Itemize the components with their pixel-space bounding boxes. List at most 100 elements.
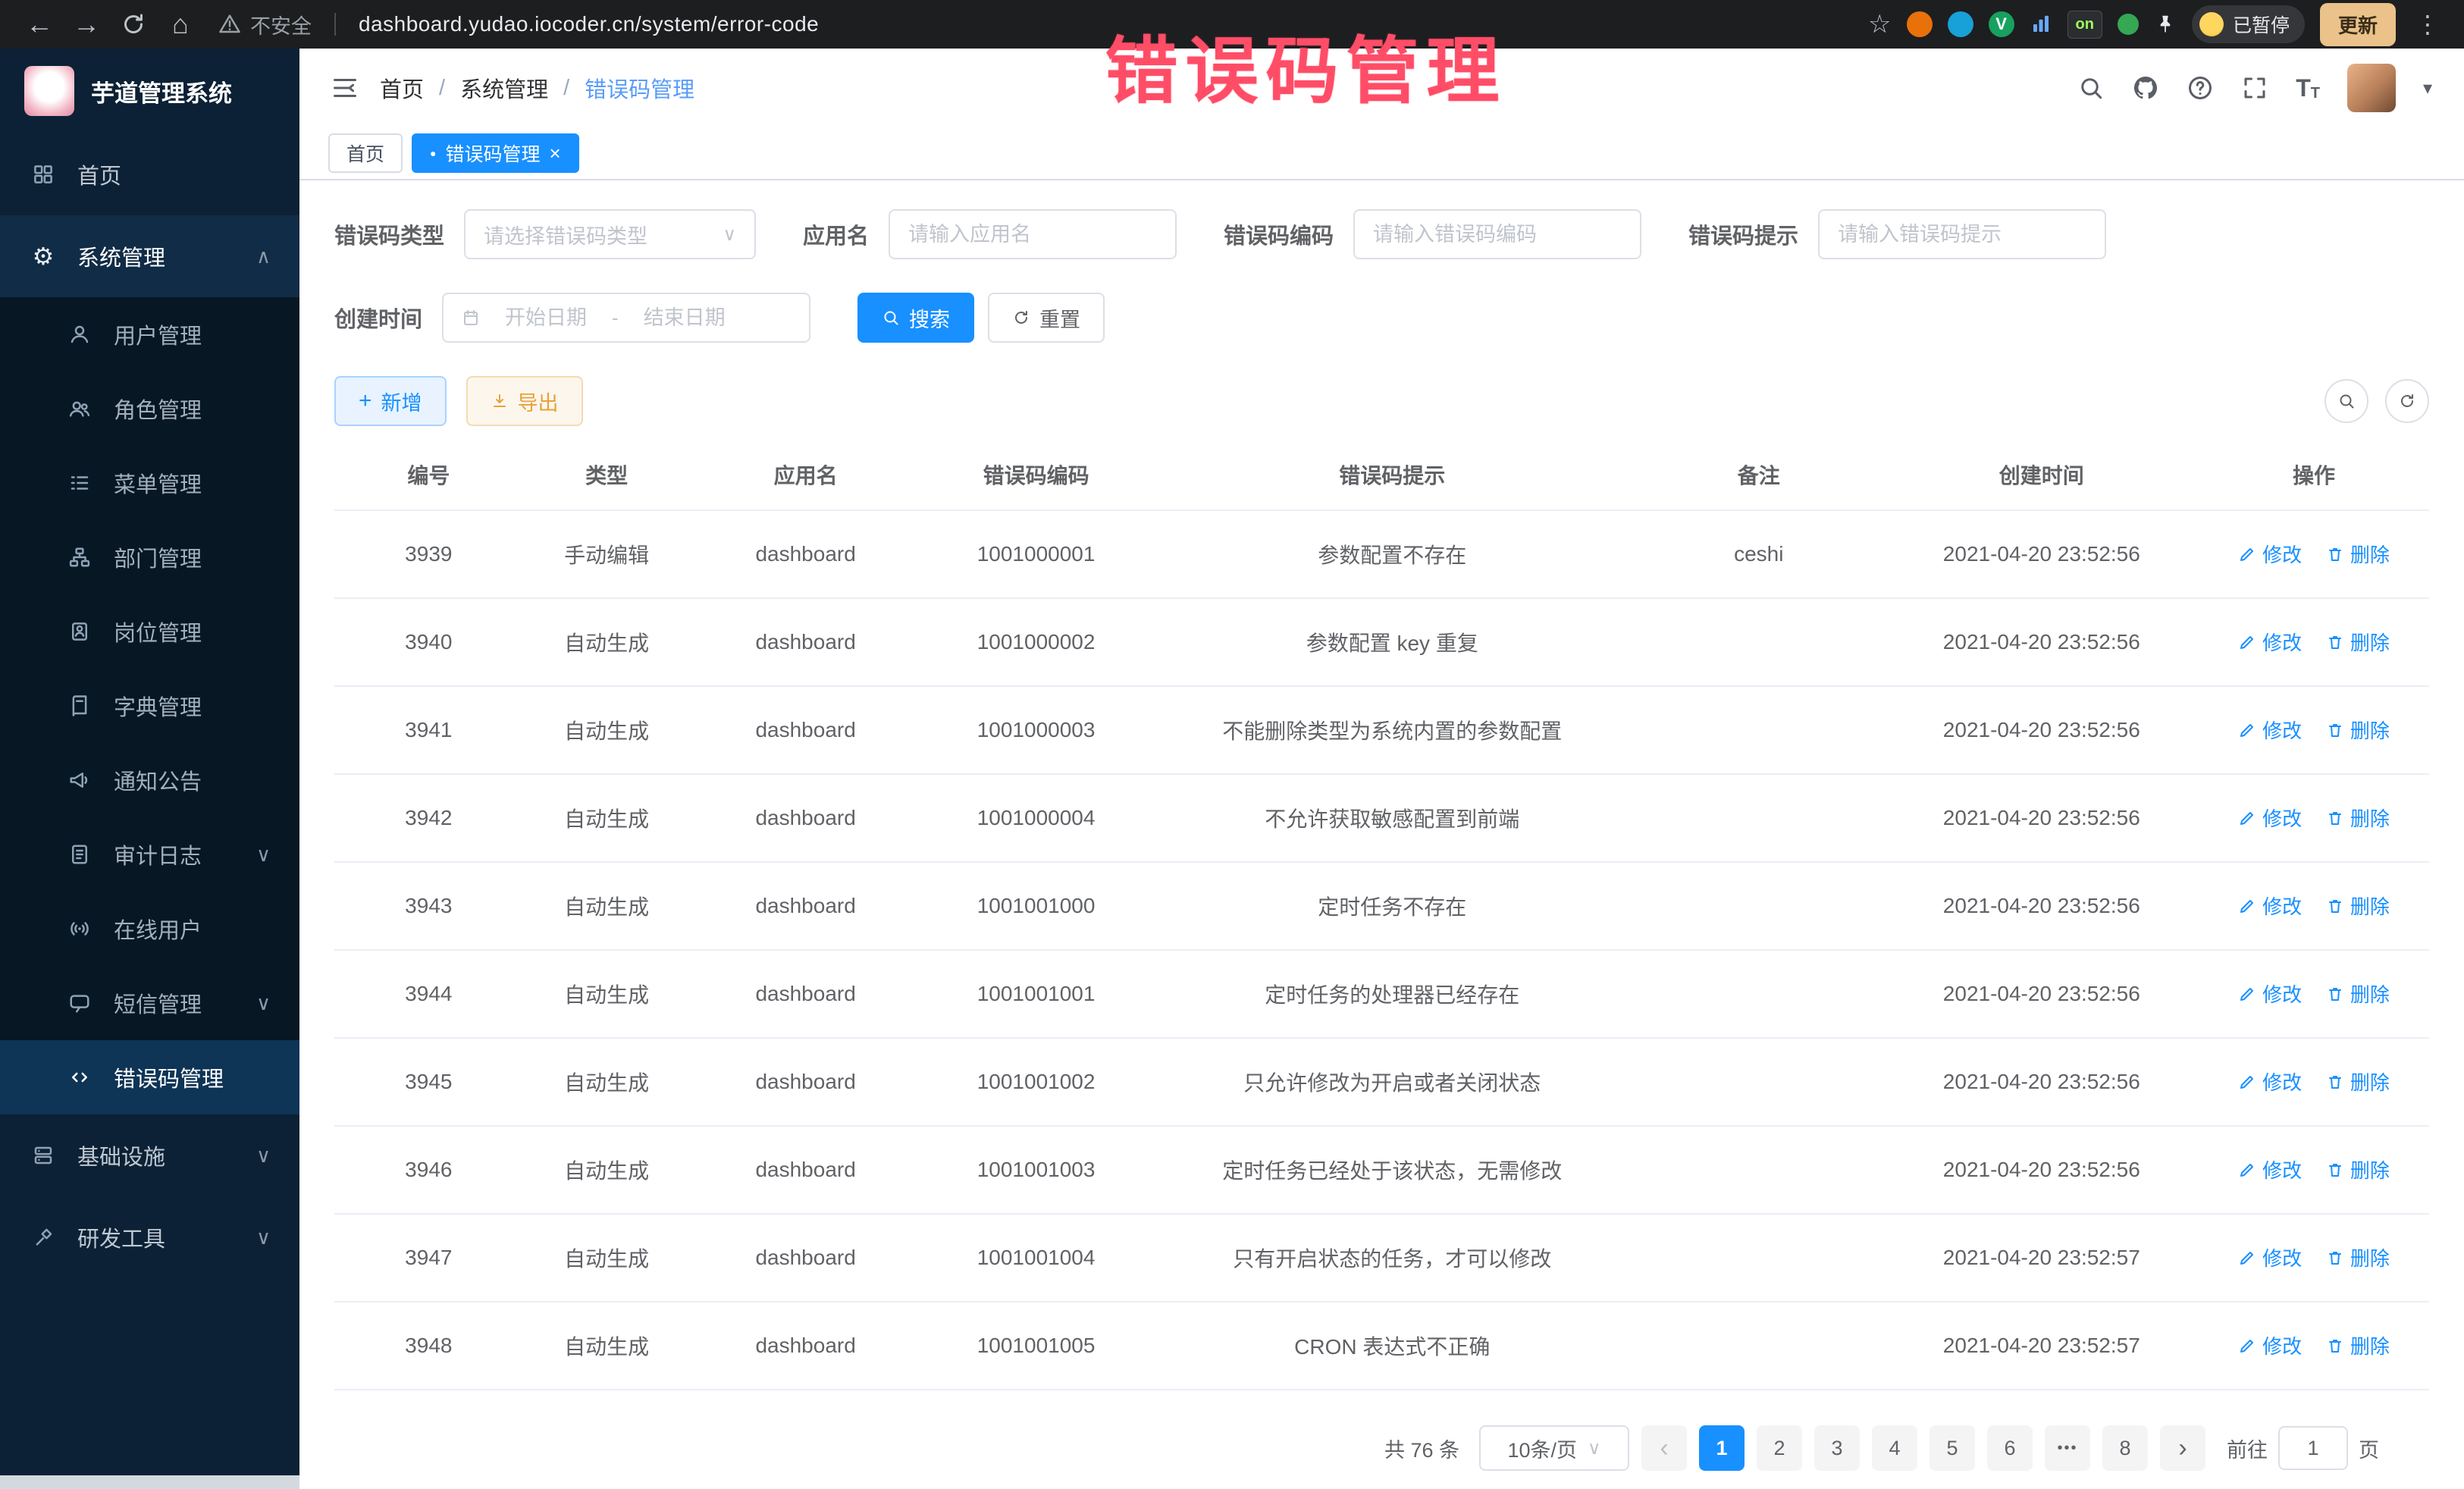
page-size-select[interactable]: 10条/页 ∨ [1479,1425,1629,1471]
extension-icon-green[interactable] [2118,14,2139,35]
refresh-button[interactable] [2385,379,2429,423]
sidebar-item-home[interactable]: 首页 [0,133,299,215]
help-icon[interactable] [2187,74,2214,102]
delete-link[interactable]: 删除 [2326,1155,2390,1183]
sidebar-collapse-bar[interactable] [0,1475,299,1489]
delete-link[interactable]: 删除 [2326,892,2390,920]
date-range-picker[interactable]: - [442,293,810,343]
sidebar-item-system[interactable]: ⚙ 系统管理 ∧ [0,215,299,297]
page-button-6[interactable]: 6 [1987,1425,2033,1471]
hamburger-icon[interactable] [331,74,359,102]
edit-label: 修改 [2262,540,2302,568]
search-button[interactable]: 搜索 [857,293,974,343]
extension-icon-bars[interactable] [2030,13,2052,36]
add-button[interactable]: + 新增 [334,376,447,426]
delete-link[interactable]: 删除 [2326,1243,2390,1271]
sidebar-item-infrastructure[interactable]: 基础设施 ∨ [0,1114,299,1196]
error-hint-input[interactable] [1838,223,2086,246]
edit-link[interactable]: 修改 [2238,716,2302,744]
end-date-input[interactable] [628,306,741,330]
delete-link[interactable]: 删除 [2326,1067,2390,1096]
edit-link[interactable]: 修改 [2238,628,2302,656]
edit-label: 修改 [2262,1243,2302,1271]
col-header-type: 类型 [523,440,691,510]
next-page-button[interactable]: › [2160,1425,2205,1471]
pin-icon[interactable] [2154,13,2177,36]
page-button-1[interactable]: 1 [1699,1425,1745,1471]
edit-link[interactable]: 修改 [2238,1243,2302,1271]
forward-icon[interactable]: → [67,5,106,44]
edit-link[interactable]: 修改 [2238,1067,2302,1096]
caret-down-icon[interactable]: ▾ [2423,77,2432,99]
back-icon[interactable]: ← [20,5,59,44]
reset-button[interactable]: 重置 [988,293,1105,343]
delete-link[interactable]: 删除 [2326,540,2390,568]
delete-label: 删除 [2350,1067,2390,1096]
error-code-input[interactable] [1373,223,1622,246]
tab-error-code[interactable]: ● 错误码管理 × [412,133,579,173]
sidebar-item-notices[interactable]: 通知公告 [0,743,299,817]
edit-link[interactable]: 修改 [2238,540,2302,568]
export-button[interactable]: 导出 [466,376,583,426]
sidebar-item-sms[interactable]: 短信管理 ∨ [0,966,299,1040]
edit-link[interactable]: 修改 [2238,1331,2302,1359]
list-icon [65,472,94,494]
delete-link[interactable]: 删除 [2326,1331,2390,1359]
start-date-input[interactable] [489,306,603,330]
extension-badge-on[interactable]: on [2067,11,2102,39]
home-icon[interactable]: ⌂ [161,5,200,44]
page-button-8[interactable]: 8 [2102,1425,2148,1471]
col-header-remark: 备注 [1633,440,1885,510]
extension-icon-red[interactable] [1907,11,1933,37]
breadcrumb-system[interactable]: 系统管理 [460,72,548,104]
page-button-3[interactable]: 3 [1814,1425,1860,1471]
sidebar-item-error-code[interactable]: 错误码管理 [0,1040,299,1114]
sidebar-item-online-users[interactable]: 在线用户 [0,892,299,966]
tab-home[interactable]: 首页 [328,133,403,173]
cell-type: 自动生成 [523,598,691,686]
github-icon[interactable] [2132,74,2159,102]
goto-page-input[interactable] [2278,1426,2348,1470]
delete-link[interactable]: 删除 [2326,980,2390,1008]
page-button-2[interactable]: 2 [1757,1425,1802,1471]
page-more-button[interactable]: ••• [2045,1425,2090,1471]
reload-icon[interactable] [114,5,153,44]
url-text[interactable]: dashboard.yudao.iocoder.cn/system/error-… [359,12,819,36]
sidebar-item-roles[interactable]: 角色管理 [0,371,299,446]
prev-page-button[interactable]: ‹ [1641,1425,1687,1471]
sidebar-item-posts[interactable]: 岗位管理 [0,594,299,669]
extension-icon-v[interactable]: V [1989,11,2014,37]
page-button-4[interactable]: 4 [1872,1425,1917,1471]
sidebar-logo[interactable]: 芋道管理系统 [0,49,299,133]
tab-close-icon[interactable]: × [550,143,561,163]
browser-menu-icon[interactable]: ⋮ [2411,10,2444,39]
edit-link[interactable]: 修改 [2238,980,2302,1008]
update-button[interactable]: 更新 [2320,3,2396,46]
sidebar-item-users[interactable]: 用户管理 [0,297,299,371]
avatar[interactable] [2347,64,2396,112]
edit-link[interactable]: 修改 [2238,804,2302,832]
sidebar-item-menus[interactable]: 菜单管理 [0,446,299,520]
error-type-select[interactable]: 请选择错误码类型 ∨ [464,209,756,259]
search-icon[interactable] [2077,74,2105,102]
page-button-5[interactable]: 5 [1930,1425,1975,1471]
toggle-search-button[interactable] [2324,379,2368,423]
font-size-icon[interactable]: TT [2296,74,2320,102]
extension-icon-blue[interactable] [1948,11,1973,37]
sidebar-item-dictionary[interactable]: 字典管理 [0,669,299,743]
breadcrumb-home[interactable]: 首页 [380,72,424,104]
security-indicator[interactable]: 不安全 [218,10,312,39]
edit-link[interactable]: 修改 [2238,1155,2302,1183]
sidebar-item-audit-log[interactable]: 审计日志 ∨ [0,817,299,892]
bookmark-star-icon[interactable]: ☆ [1868,9,1891,39]
edit-link[interactable]: 修改 [2238,892,2302,920]
sidebar-item-dev-tools[interactable]: 研发工具 ∨ [0,1196,299,1278]
fullscreen-icon[interactable] [2241,74,2268,102]
sidebar-item-departments[interactable]: 部门管理 [0,520,299,594]
profile-paused-badge[interactable]: 已暂停 [2192,5,2305,43]
delete-link[interactable]: 删除 [2326,804,2390,832]
app-name-input[interactable] [908,223,1157,246]
delete-link[interactable]: 删除 [2326,716,2390,744]
cell-time: 2021-04-20 23:52:57 [1885,1214,2199,1302]
delete-link[interactable]: 删除 [2326,628,2390,656]
